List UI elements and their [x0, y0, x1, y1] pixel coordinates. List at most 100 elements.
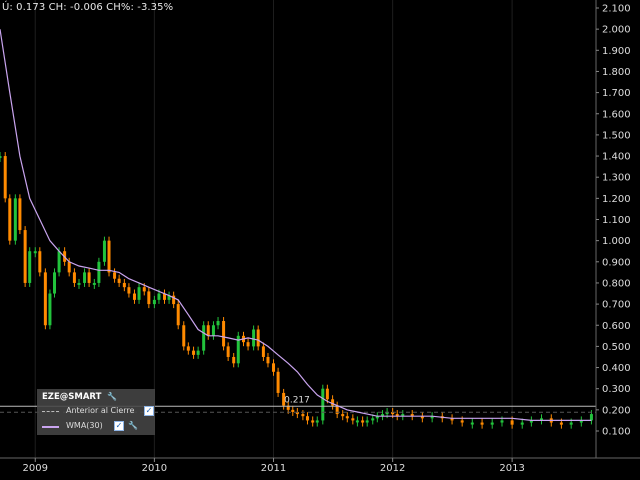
change-pct-value: -3.35%: [137, 2, 174, 13]
chart-legend[interactable]: EZE@SMART 🔧 Anterior al Cierre ✓ WMA(30)…: [37, 389, 155, 435]
dashed-line-icon: [42, 411, 59, 412]
price-candle: [18, 198, 22, 231]
price-candle: [92, 282, 96, 285]
price-candle: [28, 251, 32, 283]
x-tick-label: 2010: [142, 463, 167, 474]
price-candle: [157, 293, 161, 300]
y-tick-label: 1.400: [602, 152, 631, 163]
price-candle: [67, 261, 71, 273]
y-tick-label: 0.400: [602, 363, 631, 374]
x-tick-label: 2011: [261, 463, 286, 474]
price-candle: [216, 321, 220, 326]
price-candle: [226, 346, 230, 357]
price-candle: [266, 356, 270, 364]
x-tick-label: 2012: [380, 463, 405, 474]
price-candle: [196, 350, 200, 355]
price-candle: [83, 272, 87, 283]
price-candle: [325, 388, 329, 400]
price-candle: [510, 420, 514, 425]
y-tick-label: 0.800: [602, 278, 631, 289]
legend-label-wma: WMA(30): [66, 421, 103, 430]
y-tick-label: 0.200: [602, 405, 631, 416]
last-value: 0.173: [16, 2, 46, 13]
price-candle: [102, 240, 106, 262]
y-tick-label: 1.300: [602, 173, 631, 184]
y-tick-label: 2.100: [602, 4, 631, 15]
price-candle: [147, 291, 151, 305]
y-tick-label: 1.900: [602, 46, 631, 57]
price-candle: [480, 422, 484, 425]
price-candle: [252, 329, 256, 347]
change-value: -0.006: [70, 2, 103, 13]
price-candle: [97, 261, 101, 283]
change-pct-label: CH%:: [106, 2, 134, 13]
price-candle: [291, 409, 295, 412]
y-tick-label: 0.900: [602, 257, 631, 268]
price-candle: [261, 346, 265, 357]
price-candle: [315, 420, 319, 423]
price-candle: [13, 198, 17, 241]
price-candle: [355, 420, 359, 423]
price-candle: [569, 422, 573, 425]
x-tick-label: 2009: [23, 463, 48, 474]
price-candle: [256, 329, 260, 347]
price-candle: [152, 299, 156, 305]
price-candle: [127, 287, 131, 294]
price-info-bar: Ú: 0.173 CH: -0.006 CH%: -3.35%: [2, 2, 173, 13]
price-candle: [301, 414, 305, 417]
price-candle: [33, 251, 37, 254]
price-candle: [117, 278, 121, 283]
price-candle: [500, 420, 504, 423]
prev-close-value-label: 0.217: [284, 395, 310, 405]
price-candle: [211, 325, 215, 336]
price-candle: [202, 325, 206, 351]
y-tick-label: 1.200: [602, 194, 631, 205]
price-candle: [365, 420, 369, 423]
price-candle: [57, 251, 61, 273]
price-candle: [186, 346, 190, 351]
y-tick-label: 1.700: [602, 88, 631, 99]
wma-checkbox[interactable]: ✓: [114, 421, 124, 431]
y-tick-label: 1.600: [602, 109, 631, 120]
price-candle: [460, 420, 464, 423]
price-candle: [276, 371, 280, 393]
price-candle: [559, 422, 563, 425]
change-label: CH:: [48, 2, 67, 13]
legend-symbol: EZE@SMART: [42, 392, 102, 402]
price-candle: [0, 156, 2, 159]
price-candle: [589, 414, 593, 421]
y-tick-label: 2.000: [602, 25, 631, 36]
wma-settings-wrench-icon[interactable]: 🔧: [128, 421, 138, 431]
y-tick-label: 0.100: [602, 427, 631, 438]
price-candle: [77, 282, 81, 285]
y-tick-label: 1.100: [602, 215, 631, 226]
prev-close-checkbox[interactable]: ✓: [144, 406, 154, 416]
price-candle: [335, 405, 339, 415]
legend-label-prev-close: Anterior al Cierre: [66, 406, 135, 415]
price-candle: [43, 272, 47, 326]
price-candle: [345, 416, 349, 419]
y-tick-label: 0.700: [602, 300, 631, 311]
price-candle: [113, 272, 117, 279]
price-candle: [72, 272, 76, 283]
price-candle: [321, 388, 325, 421]
purple-line-icon: [42, 426, 59, 428]
y-tick-label: 0.500: [602, 342, 631, 353]
price-candle: [272, 363, 276, 372]
price-candle: [87, 272, 91, 283]
price-candle: [341, 414, 345, 417]
x-tick-label: 2013: [499, 463, 524, 474]
price-candle: [192, 350, 196, 355]
price-candle: [222, 321, 226, 347]
y-tick-label: 1.000: [602, 236, 631, 247]
wrench-icon[interactable]: 🔧: [107, 392, 117, 401]
y-tick-label: 1.500: [602, 130, 631, 141]
price-candle: [142, 287, 146, 292]
price-candle: [206, 325, 210, 336]
price-candle: [311, 420, 315, 423]
price-candle: [122, 282, 126, 288]
price-candle: [305, 416, 309, 421]
price-candle: [132, 293, 136, 300]
y-tick-label: 1.800: [602, 67, 631, 78]
price-candle: [8, 198, 12, 241]
